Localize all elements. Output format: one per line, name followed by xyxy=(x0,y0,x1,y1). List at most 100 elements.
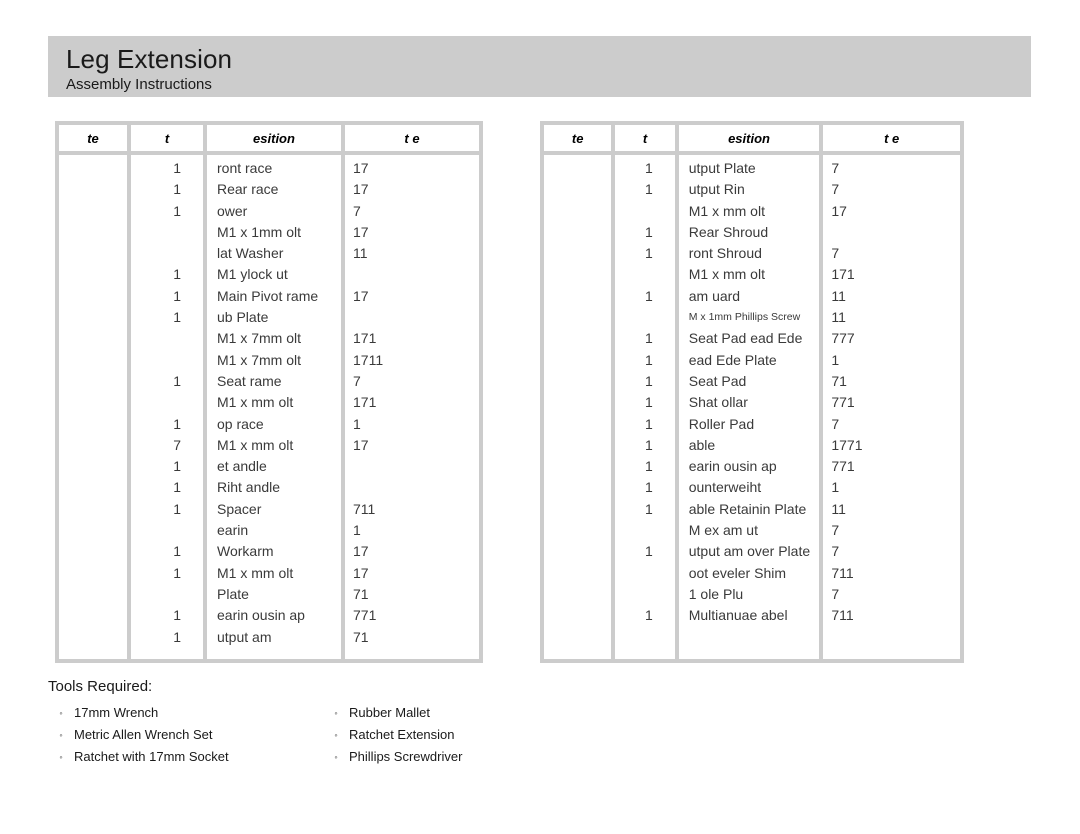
tools-required-title: Tools Required: xyxy=(48,678,153,695)
tool-list-item: ◦ 17mm Wrench xyxy=(48,702,323,724)
cell-part: 7 xyxy=(831,543,840,560)
cell-description: Spacer xyxy=(217,500,262,517)
cell-part: 7 xyxy=(831,415,840,432)
tool-list-item: ◦ Ratchet Extension xyxy=(323,724,598,746)
cell-description: et andle xyxy=(217,458,267,475)
cell-item xyxy=(544,392,611,413)
cell-item xyxy=(59,541,127,562)
cell-item xyxy=(59,371,127,392)
cell-qty: 1 xyxy=(173,564,181,581)
cell-qty: 1 xyxy=(644,245,653,262)
cell-part: 11 xyxy=(353,245,368,262)
cell-item xyxy=(544,158,611,179)
cell-qty: 1 xyxy=(644,181,653,198)
cell-part: 7 xyxy=(353,202,361,219)
cell-item xyxy=(544,456,611,477)
cell-part: 71 xyxy=(353,585,369,602)
cell-description: utput am over Plate xyxy=(688,543,811,560)
cell-part: 7 xyxy=(831,181,840,198)
cell-description: M1 x mm olt xyxy=(688,202,765,219)
cell-item xyxy=(544,541,611,562)
cell-qty: 1 xyxy=(644,287,653,304)
cell-description: M1 x mm olt xyxy=(688,266,765,283)
cell-item xyxy=(59,520,127,541)
column-header-item[interactable]: te xyxy=(59,125,127,151)
page-title: Leg Extension xyxy=(66,44,233,74)
cell-description: Seat rame xyxy=(217,372,282,389)
cell-qty: 1 xyxy=(173,500,181,517)
cell-description: M1 x mm olt xyxy=(217,564,294,581)
cell-part: 771 xyxy=(353,607,377,624)
cell-qty: 1 xyxy=(644,160,653,176)
cell-qty: 1 xyxy=(644,372,653,389)
column-header-qty[interactable]: t xyxy=(615,125,675,151)
tools-column-right: ◦ Rubber Mallet ◦ Ratchet Extension ◦ Phillip… xyxy=(323,702,598,768)
tool-list-item: ◦ Rubber Mallet xyxy=(323,702,598,724)
cell-item xyxy=(59,627,127,648)
cell-qty: 1 xyxy=(644,330,653,347)
cell-part: 171 xyxy=(353,330,377,347)
cell-part: 7 xyxy=(831,160,840,176)
tools-required-section: Tools Required: ◦ 17mm Wrench ◦ Metric Alle… xyxy=(48,678,748,768)
cell-description: M1 x 1mm olt xyxy=(217,223,302,240)
table-column-description: ront race Rear race ower M1 x 1mm olt lat W… xyxy=(207,155,341,659)
cell-item xyxy=(544,243,611,264)
column-header-description[interactable]: esition xyxy=(678,125,820,151)
cell-item xyxy=(59,328,127,349)
cell-item xyxy=(544,328,611,349)
cell-item xyxy=(59,307,127,328)
cell-part: 7 xyxy=(831,522,840,539)
column-header-description[interactable]: esition xyxy=(207,125,341,151)
cell-qty xyxy=(131,222,203,243)
cell-description: utput Plate xyxy=(688,160,756,176)
circle-bullet-icon: ◦ xyxy=(334,752,338,762)
cell-item xyxy=(544,201,611,222)
cell-qty xyxy=(131,350,203,371)
parts-table-left: te t esition t e 111 111 1 17111 11 11 r… xyxy=(55,121,483,663)
cell-description: ower xyxy=(217,202,248,219)
cell-part: 777 xyxy=(831,330,855,347)
cell-description: M1 x mm olt xyxy=(217,436,294,453)
cell-qty: 1 xyxy=(173,202,181,219)
cell-qty: 1 xyxy=(173,628,181,645)
cell-item xyxy=(59,158,127,179)
cell-description: M1 x 7mm olt xyxy=(217,330,302,347)
cell-part: 1 xyxy=(353,415,361,432)
cell-item xyxy=(544,350,611,371)
circle-bullet-icon: ◦ xyxy=(59,730,63,740)
cell-part: 71 xyxy=(353,628,369,645)
cell-description: ront Shroud xyxy=(688,245,762,262)
cell-item xyxy=(59,435,127,456)
tool-label: Rubber Mallet xyxy=(349,705,430,720)
cell-qty: 1 xyxy=(173,607,181,624)
cell-qty: 1 xyxy=(644,458,653,475)
cell-description: oot eveler Shim xyxy=(688,564,787,581)
cell-item xyxy=(59,222,127,243)
column-header-part[interactable]: t e xyxy=(345,125,479,151)
cell-item xyxy=(59,392,127,413)
column-header-item[interactable]: te xyxy=(544,125,612,151)
cell-part xyxy=(345,307,479,328)
circle-bullet-icon: ◦ xyxy=(334,708,338,718)
cell-qty: 1 xyxy=(173,266,181,283)
table-column-item xyxy=(544,155,612,659)
cell-qty: 1 xyxy=(173,543,181,560)
tool-label: Ratchet Extension xyxy=(349,727,455,742)
cell-qty: 1 xyxy=(644,223,653,240)
cell-part: 171 xyxy=(353,394,377,411)
cell-description: op race xyxy=(217,415,264,432)
cell-qty xyxy=(615,307,674,328)
cell-part: 1711 xyxy=(353,351,384,368)
cell-item xyxy=(59,286,127,307)
cell-part: 1771 xyxy=(831,436,863,453)
column-header-qty[interactable]: t xyxy=(131,125,203,151)
cell-item xyxy=(544,222,611,243)
cell-description: M x 1mm Phillips Screw xyxy=(688,311,801,324)
cell-qty xyxy=(131,243,203,264)
cell-description: ead Ede Plate xyxy=(688,351,777,368)
cell-item xyxy=(544,520,611,541)
column-header-part[interactable]: t e xyxy=(823,125,960,151)
cell-qty: 1 xyxy=(173,181,181,198)
tool-list-item: ◦ Ratchet with 17mm Socket xyxy=(48,746,323,768)
cell-part: 7 xyxy=(831,245,840,262)
